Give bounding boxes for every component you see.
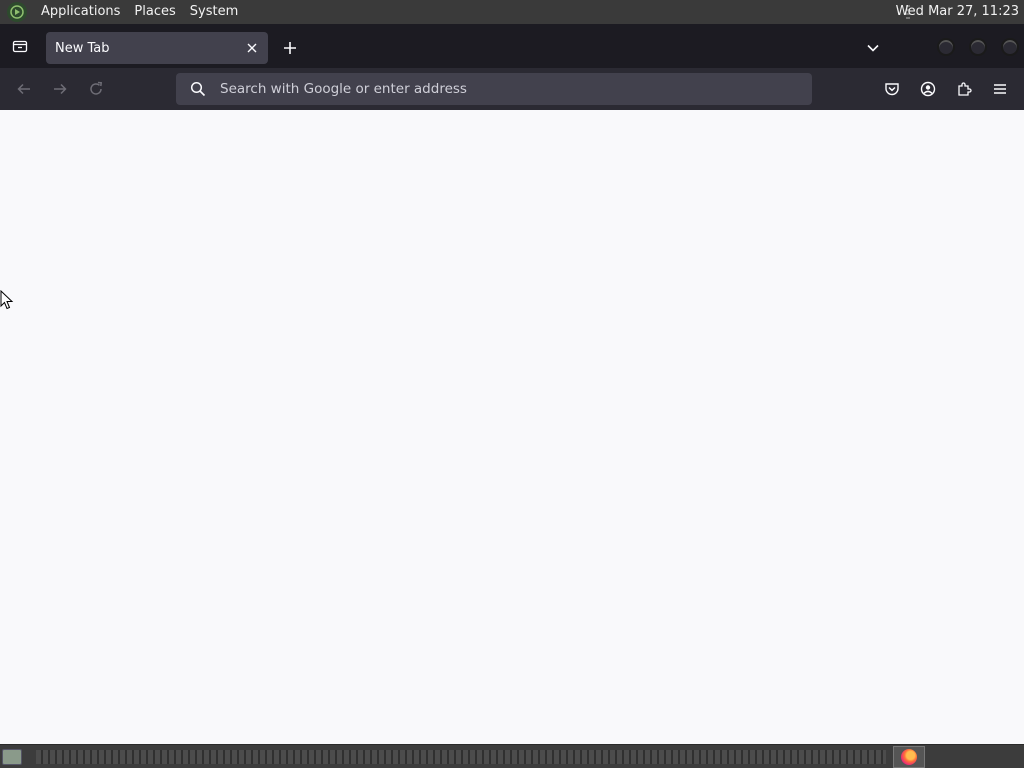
- reload-button[interactable]: [84, 77, 108, 101]
- new-tab-button[interactable]: [278, 36, 302, 60]
- reload-icon: [90, 81, 103, 95]
- close-window-button[interactable]: [1001, 38, 1019, 56]
- show-desktop-button[interactable]: [2, 749, 22, 765]
- plus-icon: [284, 42, 296, 54]
- page-content[interactable]: [0, 110, 1024, 744]
- address-bar[interactable]: [176, 73, 812, 105]
- system-menu[interactable]: System: [183, 0, 245, 24]
- tab-label: New Tab: [55, 40, 110, 56]
- pocket-button[interactable]: [880, 77, 904, 101]
- tab-new-tab[interactable]: New Tab: [46, 32, 268, 64]
- pocket-icon: [885, 83, 899, 96]
- chevron-down-icon: [867, 44, 879, 52]
- desktop-bottom-panel: [0, 744, 1024, 768]
- desktop-top-panel: Applications Places System Wed Mar 27, 1…: [0, 0, 1024, 24]
- maximize-window-button[interactable]: [969, 38, 987, 56]
- clock[interactable]: Wed Mar 27, 11:23: [896, 0, 1019, 24]
- app-menu-button[interactable]: [988, 77, 1012, 101]
- account-button[interactable]: [916, 77, 940, 101]
- tab-list-icon: [12, 40, 28, 53]
- forward-button[interactable]: [48, 77, 72, 101]
- taskbar-firefox-button[interactable]: [893, 746, 925, 768]
- mouse-cursor-icon: [0, 290, 14, 310]
- back-button[interactable]: [12, 77, 36, 101]
- taskbar-window-list[interactable]: [36, 750, 886, 764]
- mate-menu-icon[interactable]: [7, 2, 27, 22]
- close-tab-button[interactable]: [244, 40, 260, 56]
- navigation-toolbar: [0, 68, 1024, 110]
- back-arrow-icon: [17, 83, 30, 95]
- forward-arrow-icon: [54, 83, 67, 95]
- list-all-tabs-button[interactable]: [861, 36, 885, 60]
- minimize-window-button[interactable]: [937, 38, 955, 56]
- applications-menu[interactable]: Applications: [34, 0, 127, 24]
- hamburger-menu-icon: [994, 84, 1006, 94]
- extensions-icon: [958, 82, 972, 96]
- close-icon: [247, 43, 257, 53]
- account-icon: [920, 81, 936, 97]
- search-icon: [189, 80, 207, 98]
- tab-strip: New Tab: [0, 24, 1024, 68]
- tab-list-button[interactable]: [8, 34, 32, 58]
- places-menu[interactable]: Places: [127, 0, 182, 24]
- firefox-icon: [901, 749, 917, 765]
- address-input[interactable]: [220, 81, 780, 97]
- extensions-button[interactable]: [952, 77, 976, 101]
